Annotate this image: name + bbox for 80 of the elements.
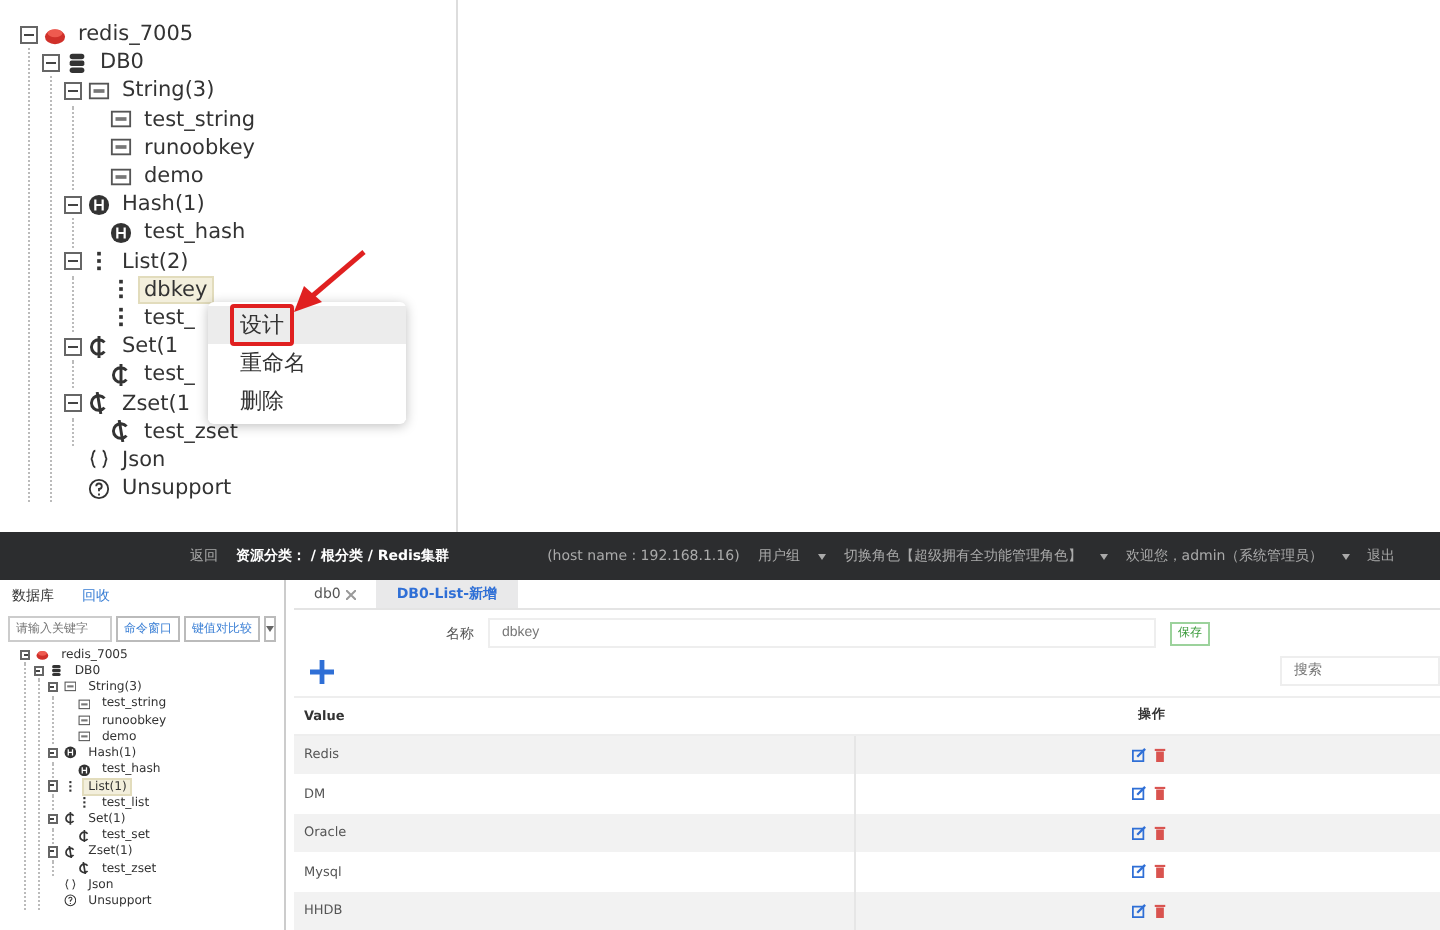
string-key-icon — [110, 165, 132, 188]
edit-icon[interactable] — [1131, 825, 1145, 840]
collapse-toggle[interactable] — [47, 747, 58, 759]
collapse-toggle[interactable] — [64, 394, 82, 413]
braces-icon — [63, 878, 77, 892]
zset-key-icon — [110, 420, 132, 443]
question-icon — [63, 894, 77, 908]
collapse-toggle[interactable] — [47, 813, 58, 825]
hash-key-icon — [110, 221, 132, 244]
menu-item[interactable]: 删除 — [208, 382, 406, 420]
string-key-icon — [63, 680, 77, 694]
set-key-icon — [110, 363, 132, 386]
tree-item[interactable]: DB0 — [94, 48, 150, 77]
tree-item[interactable]: String(3) — [116, 76, 221, 105]
trash-icon[interactable] — [1153, 864, 1165, 879]
set-key-icon — [77, 829, 90, 842]
collapse-toggle[interactable] — [47, 780, 58, 792]
tree-item[interactable]: test_string — [138, 105, 262, 134]
trash-icon[interactable] — [1153, 747, 1165, 762]
caret-down-icon — [1341, 553, 1350, 559]
hash-key-icon — [63, 746, 77, 760]
collapse-toggle[interactable] — [64, 252, 82, 271]
dropdown-caret[interactable] — [264, 616, 276, 642]
tree-item[interactable]: test_ — [138, 303, 201, 332]
tree-item[interactable]: redis_7005 — [72, 20, 200, 49]
database-icon — [50, 664, 63, 678]
collapse-toggle[interactable] — [47, 846, 58, 858]
edit-icon[interactable] — [1131, 747, 1145, 762]
add-icon[interactable] — [308, 657, 336, 686]
collapse-toggle[interactable] — [42, 53, 60, 72]
caret-down-icon — [1099, 553, 1108, 559]
edit-icon[interactable] — [1131, 786, 1145, 801]
collapse-toggle[interactable] — [47, 681, 58, 693]
tree-item[interactable]: demo — [138, 162, 210, 191]
string-key-icon — [77, 697, 90, 710]
tree-item[interactable]: List(2) — [116, 247, 195, 276]
set-key-icon — [63, 812, 77, 826]
collapse-toggle[interactable] — [20, 25, 38, 44]
hash-key-icon — [77, 763, 90, 776]
menu-item[interactable]: 重命名 — [208, 344, 406, 382]
question-icon — [88, 477, 110, 500]
tree-item[interactable]: test_hash — [138, 218, 252, 247]
collapse-toggle[interactable] — [64, 337, 82, 356]
string-key-icon — [77, 730, 90, 743]
close-icon[interactable] — [346, 589, 357, 600]
tree-item[interactable]: test_zset — [138, 417, 244, 446]
tree-item[interactable]: Json — [116, 445, 172, 474]
collapse-toggle[interactable] — [20, 649, 31, 660]
menu-item[interactable]: 设计 — [208, 306, 406, 344]
list-key-icon — [63, 779, 77, 793]
tree-item[interactable]: Set(1 — [116, 332, 185, 361]
arrow-icon — [292, 250, 368, 314]
server-icon — [44, 23, 66, 46]
string-key-icon — [110, 108, 132, 131]
tree-item[interactable]: dbkey — [138, 275, 214, 304]
tree-item[interactable]: Hash(1) — [116, 190, 211, 219]
string-key-icon — [77, 713, 90, 727]
braces-icon — [88, 448, 110, 471]
list-key-icon — [77, 796, 90, 809]
tree-item[interactable]: Unsupport — [116, 474, 238, 503]
trash-icon[interactable] — [1153, 786, 1165, 801]
set-key-icon — [88, 335, 110, 358]
hash-key-icon — [88, 193, 110, 216]
tree-item[interactable]: Zset(1 — [116, 389, 197, 418]
trash-icon[interactable] — [1153, 825, 1165, 840]
edit-icon[interactable] — [1131, 903, 1145, 918]
tree-item[interactable]: runoobkey — [138, 133, 262, 162]
trash-icon[interactable] — [1153, 903, 1165, 918]
caret-down-icon — [817, 553, 826, 559]
tree-item[interactable]: test_ — [138, 360, 201, 389]
collapse-toggle[interactable] — [33, 665, 44, 676]
edit-icon[interactable] — [1131, 864, 1145, 879]
string-key-icon — [88, 79, 110, 102]
string-key-icon — [110, 136, 132, 159]
collapse-toggle[interactable] — [64, 81, 82, 100]
zset-key-icon — [88, 392, 110, 415]
collapse-toggle[interactable] — [64, 195, 82, 214]
caret-down-icon — [266, 626, 274, 632]
database-icon — [66, 51, 88, 74]
server-icon — [36, 647, 50, 661]
